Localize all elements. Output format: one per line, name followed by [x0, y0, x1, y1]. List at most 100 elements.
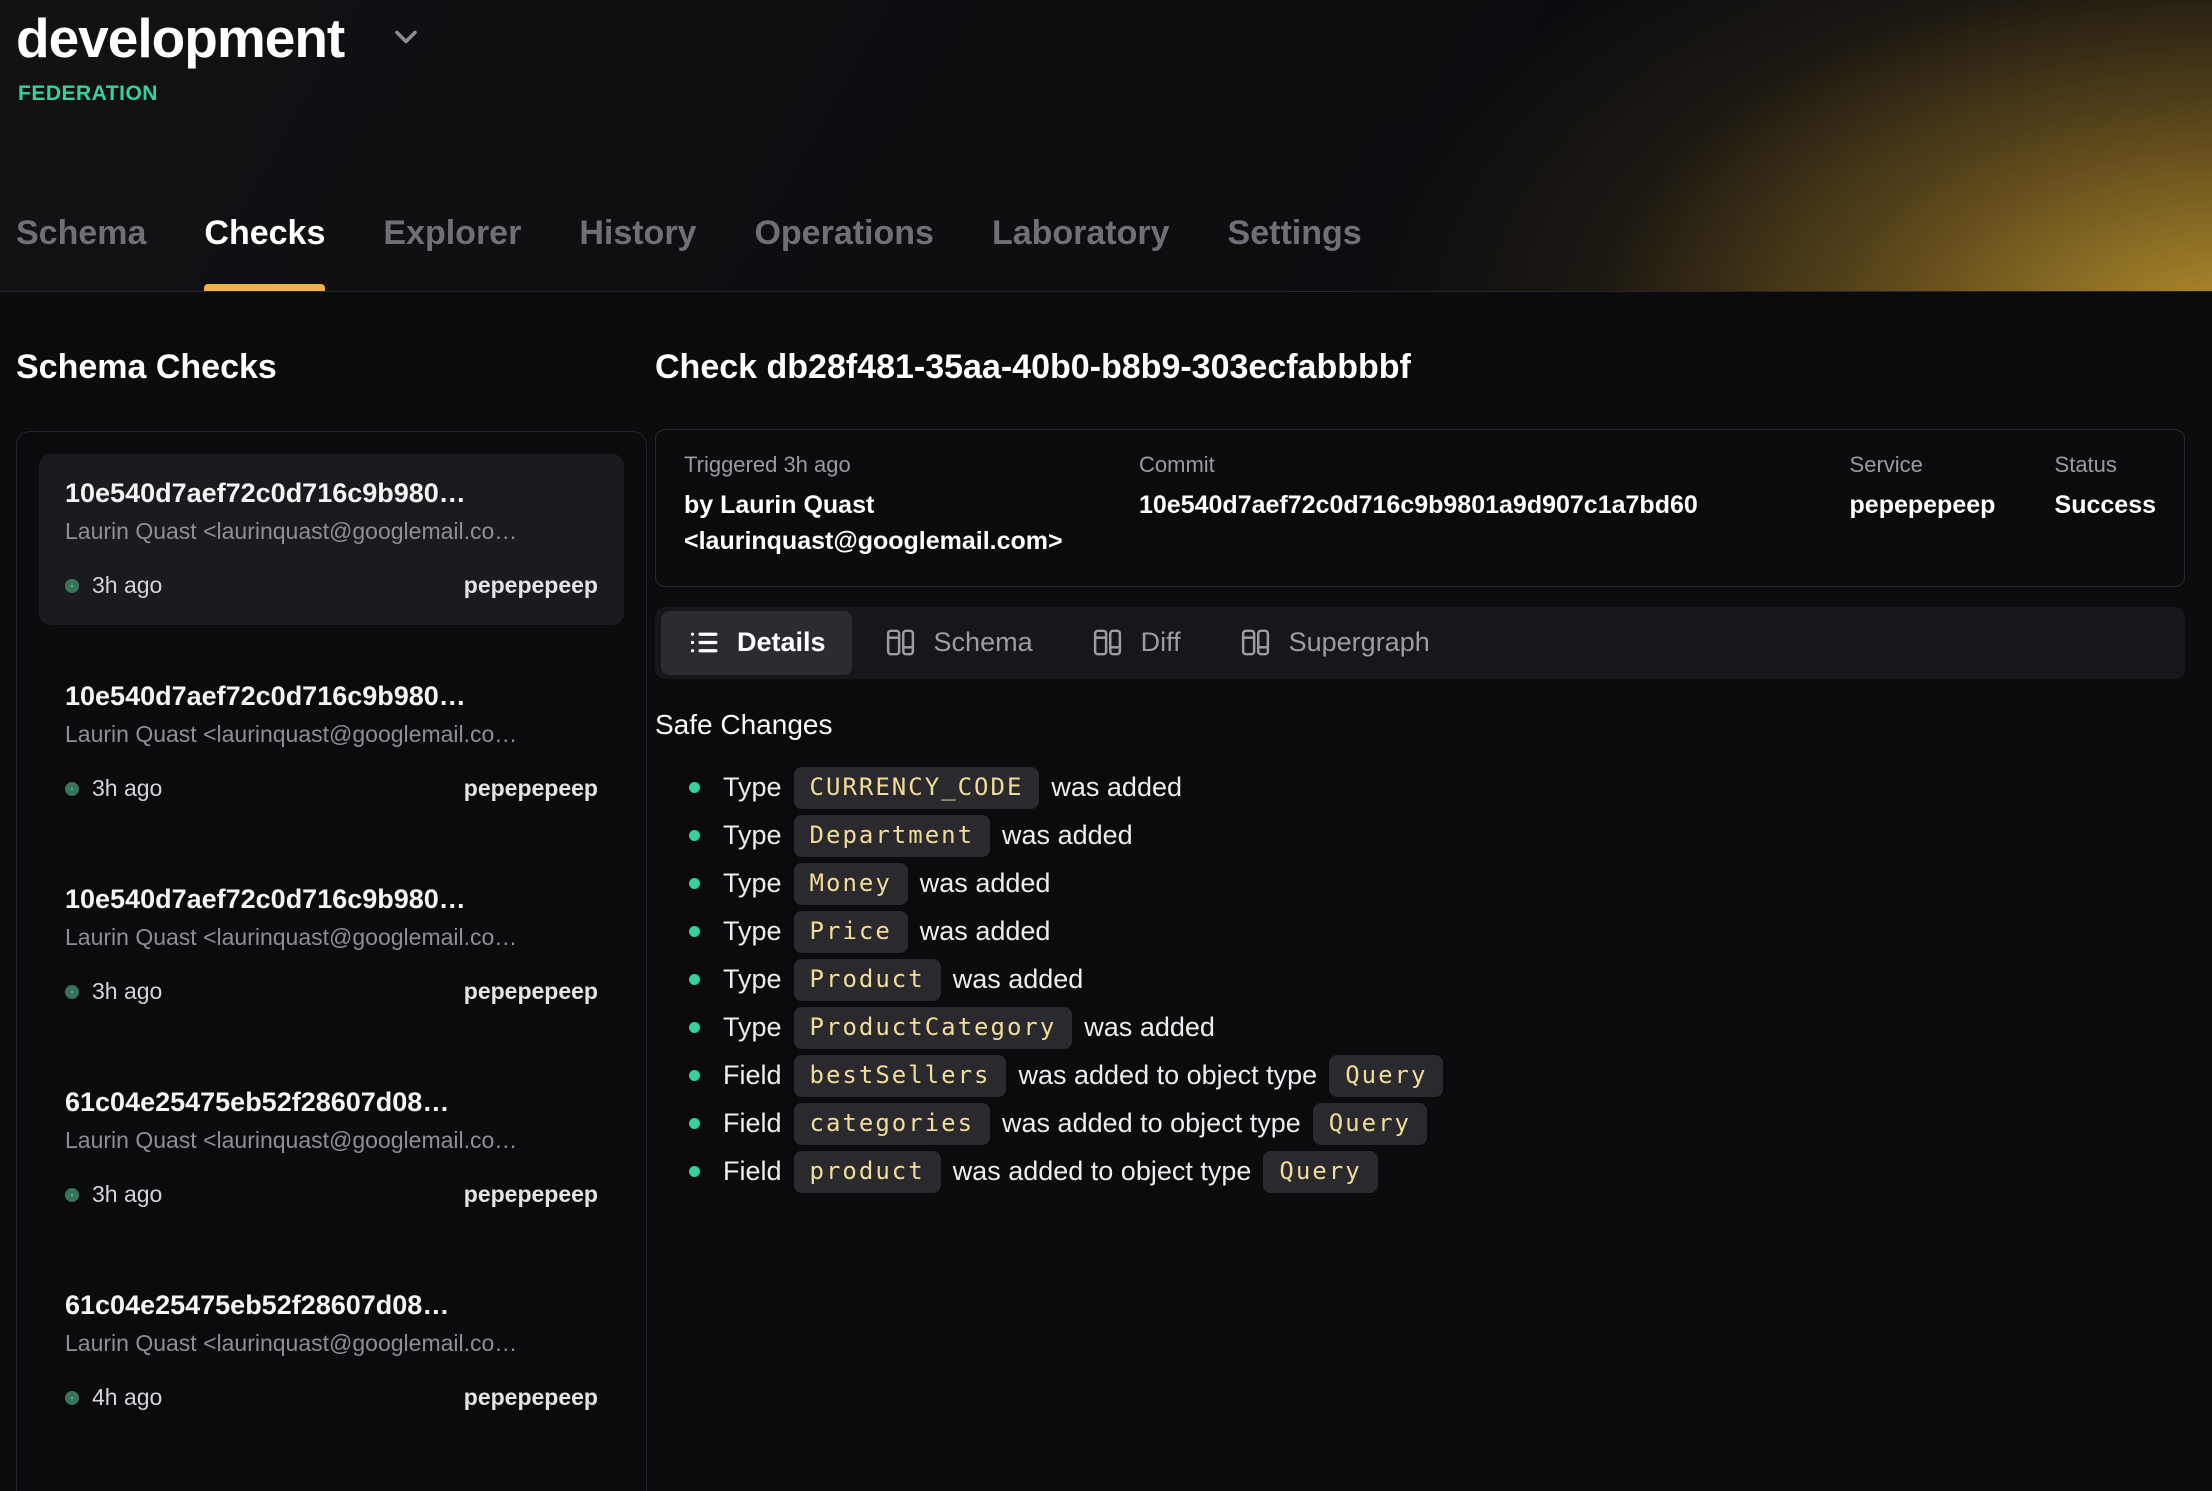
check-hash: 61c04e25475eb52f28607d08… [65, 1290, 598, 1321]
page-title: development [16, 6, 344, 70]
bullet-icon [689, 1118, 700, 1129]
change-row: TypeDepartmentwas added [655, 812, 2185, 860]
status-dot-icon [65, 579, 79, 593]
check-meta-row: 3h ago pepepepeep [65, 775, 598, 802]
check-time: 3h ago [65, 1181, 162, 1208]
project-type-badge: FEDERATION [18, 82, 2212, 106]
check-hash: 10e540d7aef72c0d716c9b980… [65, 478, 598, 509]
change-row: Type Money was added [655, 860, 2185, 908]
change-text: was added [1084, 1012, 1215, 1043]
code-badge: Product [794, 959, 941, 1001]
change-text: was added [953, 964, 1084, 995]
check-service-name: pepepepeep [464, 775, 598, 802]
change-kind: Type [723, 772, 782, 803]
bullet-icon [689, 1070, 700, 1081]
code-badge: Query [1313, 1103, 1427, 1145]
change-kind: Type [723, 820, 782, 851]
main-nav-tabs: Schema Checks Explorer History Operations Lab… [16, 214, 1420, 291]
change-kind: Type [723, 1012, 782, 1043]
code-badge: ProductCategory [794, 1007, 1073, 1049]
detail-tab-label: Schema [934, 627, 1033, 658]
code-badge: Query [1263, 1151, 1377, 1193]
change-kind: Field [723, 1108, 782, 1139]
target-switcher-button[interactable] [388, 19, 424, 58]
tab-checks[interactable]: Checks [204, 214, 325, 291]
check-time-label: 3h ago [92, 572, 162, 599]
check-list-item[interactable]: 10e540d7aef72c0d716c9b980… Laurin Quast <… [39, 860, 624, 1031]
meta-status: Status Success [2055, 452, 2156, 523]
check-service-name: pepepepeep [464, 1181, 598, 1208]
code-badge: Price [794, 911, 908, 953]
meta-commit-value: 10e540d7aef72c0d716c9b9801a9d907c1a7bd60 [1139, 487, 1850, 523]
check-time-label: 3h ago [92, 978, 162, 1005]
check-hash: 10e540d7aef72c0d716c9b980… [65, 681, 598, 712]
check-author: Laurin Quast <laurinquast@googlemail.co… [65, 721, 598, 748]
change-kind: Type [723, 916, 782, 947]
code-badge: Money [794, 863, 908, 905]
check-list-item[interactable]: 10e540d7aef72c0d716c9b980… Laurin Quast <… [39, 657, 624, 828]
meta-service: Service pepepepeep [1850, 452, 2055, 523]
check-time-label: 3h ago [92, 1181, 162, 1208]
check-author: Laurin Quast <laurinquast@googlemail.co… [65, 1127, 598, 1154]
tab-settings[interactable]: Settings [1228, 214, 1362, 291]
check-list-item[interactable]: 10e540d7aef72c0d716c9b980…Laurin Quast <… [39, 454, 624, 625]
list-icon [687, 626, 720, 659]
change-kind: Type [723, 868, 782, 899]
change-text: was added to object type [1018, 1060, 1317, 1091]
detail-tab-label: Diff [1141, 627, 1181, 658]
change-row: TypeCURRENCY_CODEwas added [655, 764, 2185, 812]
check-title: Check db28f481-35aa-40b0-b8b9-303ecfabbb… [655, 348, 2185, 387]
change-row: Type ProductCategory was added [655, 1004, 2185, 1052]
check-list-item[interactable]: 61c04e25475eb52f28607d08…Laurin Quast <l… [39, 1266, 624, 1437]
detail-tab-label: Details [737, 627, 826, 658]
detail-tab-diff[interactable]: Diff [1065, 611, 1207, 675]
check-time: 3h ago [65, 978, 162, 1005]
check-meta-row: 3h agopepepepeep [65, 572, 598, 599]
check-hash: 10e540d7aef72c0d716c9b980… [65, 884, 598, 915]
check-time: 4h ago [65, 1384, 162, 1411]
check-hash: 61c04e25475eb52f28607d08… [65, 1087, 598, 1118]
detail-tab-details[interactable]: Details [661, 611, 852, 675]
check-detail-panel: Check db28f481-35aa-40b0-b8b9-303ecfabbb… [655, 292, 2185, 1196]
change-kind: Field [723, 1156, 782, 1187]
change-row: Fieldproductwas added to object typeQuer… [655, 1148, 2185, 1196]
check-time-label: 3h ago [92, 775, 162, 802]
check-service-name: pepepepeep [464, 1384, 598, 1411]
change-row: Field bestSellers was added to object type… [655, 1052, 2185, 1100]
bullet-icon [689, 878, 700, 889]
code-badge: Query [1329, 1055, 1443, 1097]
meta-triggered-value: by Laurin Quast <laurinquast@googlemail.… [684, 487, 1114, 560]
code-badge: categories [794, 1103, 991, 1145]
detail-tab-supergraph[interactable]: Supergraph [1213, 611, 1456, 675]
code-badge: CURRENCY_CODE [794, 767, 1040, 809]
status-dot-icon [65, 782, 79, 796]
main-layout: Schema Checks 10e540d7aef72c0d716c9b980…… [0, 292, 2212, 1491]
check-list-item[interactable]: 61c04e25475eb52f28607d08… Laurin Quast <l… [39, 1063, 624, 1234]
meta-commit: Commit 10e540d7aef72c0d716c9b9801a9d907c… [1139, 452, 1850, 523]
check-time: 3h ago [65, 775, 162, 802]
change-kind: Field [723, 1060, 782, 1091]
meta-status-label: Status [2055, 452, 2156, 478]
bullet-icon [689, 782, 700, 793]
code-badge: bestSellers [794, 1055, 1007, 1097]
change-text: was added [920, 868, 1051, 899]
tab-explorer[interactable]: Explorer [383, 214, 521, 291]
safe-changes-title: Safe Changes [655, 709, 2185, 741]
tab-laboratory[interactable]: Laboratory [992, 214, 1170, 291]
code-badge: Department [794, 815, 991, 857]
columns-icon [1091, 626, 1124, 659]
detail-tab-schema[interactable]: Schema [858, 611, 1059, 675]
check-author: Laurin Quast <laurinquast@googlemail.co… [65, 924, 598, 951]
tab-operations[interactable]: Operations [754, 214, 933, 291]
bullet-icon [689, 1022, 700, 1033]
meta-triggered-label: Triggered 3h ago [684, 452, 1139, 478]
bullet-icon [689, 974, 700, 985]
bullet-icon [689, 830, 700, 841]
code-badge: product [794, 1151, 941, 1193]
tab-history[interactable]: History [579, 214, 696, 291]
change-kind: Type [723, 964, 782, 995]
tab-schema[interactable]: Schema [16, 214, 146, 291]
change-text: was added to object type [1002, 1108, 1301, 1139]
schema-checks-list: 10e540d7aef72c0d716c9b980… Laurin Quast <… [16, 431, 647, 1491]
safe-changes-list: Type CURRENCY_CODEwas added Type Department… [655, 764, 2185, 1196]
